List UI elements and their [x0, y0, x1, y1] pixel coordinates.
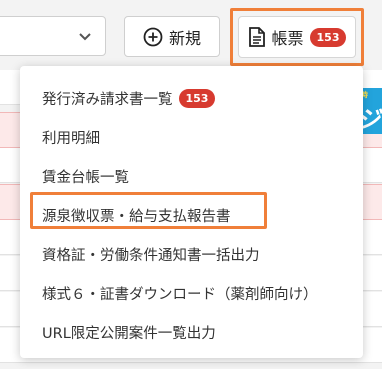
menu-item-bulk-certificate-output[interactable]: 資格証・労働条件通知書一括出力	[42, 244, 260, 265]
ledger-button-label: 帳票	[271, 29, 304, 48]
menu-item-count-badge: 153	[178, 89, 216, 108]
menu-item-issued-invoices[interactable]: 発行済み請求書一覧 153	[42, 88, 216, 109]
menu-item-wage-ledger[interactable]: 賃金台帳一覧	[42, 166, 129, 187]
new-button-label: 新規	[168, 28, 201, 48]
plus-circle-icon	[143, 27, 163, 46]
filter-select[interactable]	[0, 16, 106, 56]
menu-item-form6-download[interactable]: 様式６・証書ダウンロード（薬剤師向け）	[42, 283, 318, 304]
new-button[interactable]: 新規	[124, 16, 220, 57]
withholding-slip-highlight	[30, 192, 267, 229]
menu-item-usage-details[interactable]: 利用明細	[42, 127, 100, 148]
menu-item-label: 資格証・労働条件通知書一括出力	[42, 248, 260, 264]
menu-item-label: 利用明細	[42, 131, 100, 147]
document-icon	[248, 27, 265, 47]
ledger-button[interactable]: 帳票 153	[238, 16, 356, 58]
ledger-count-badge: 153	[309, 27, 347, 47]
menu-item-label: 賃金台帳一覧	[42, 170, 129, 186]
chevron-down-icon	[79, 33, 91, 41]
menu-item-label: 発行済み請求書一覧	[42, 92, 173, 108]
menu-item-label: URL限定公開案件一覧出力	[42, 326, 216, 342]
menu-item-url-limited-cases[interactable]: URL限定公開案件一覧出力	[42, 322, 216, 343]
menu-item-label: 様式６・証書ダウンロード（薬剤師向け）	[42, 287, 318, 303]
